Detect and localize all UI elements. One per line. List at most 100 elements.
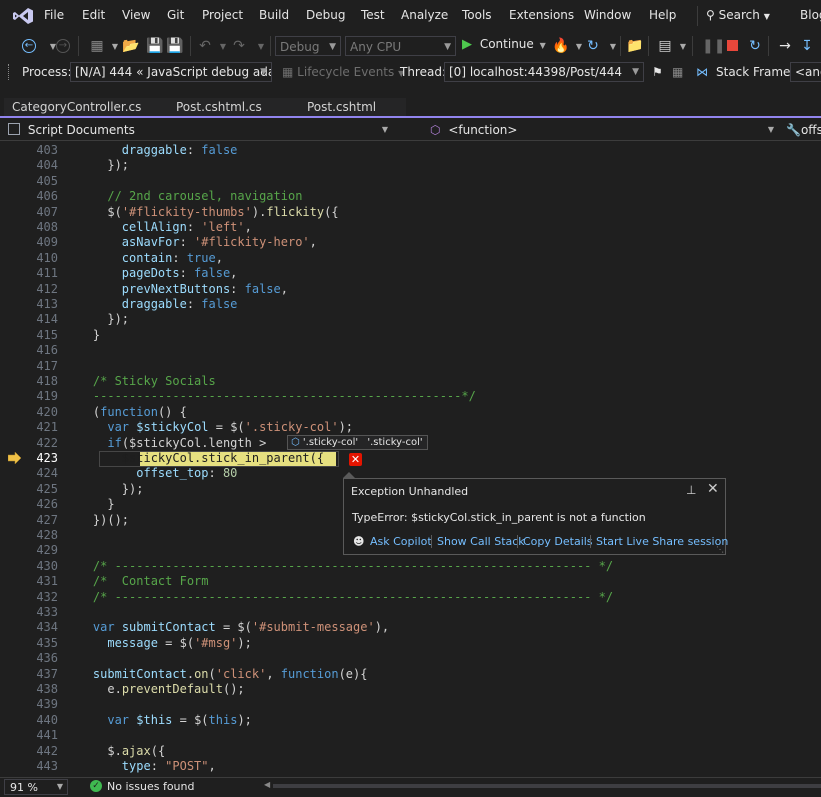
stack-frame-value: <ano xyxy=(795,65,821,79)
tab-post-cshtml-cs[interactable]: Post.cshtml.cs xyxy=(168,98,299,116)
error-icon[interactable]: ✕ xyxy=(349,453,362,466)
issues-status[interactable]: No issues found xyxy=(107,780,194,793)
horizontal-scrollbar-thumb[interactable] xyxy=(273,784,821,788)
menu-extensions[interactable]: Extensions xyxy=(509,8,574,22)
flag-thread-icon[interactable]: ⚑ xyxy=(652,65,663,79)
break-all-icon[interactable]: ❚❚ xyxy=(702,37,725,55)
code-line: 418 /* Sticky Socials xyxy=(36,374,216,388)
zoom-combo[interactable]: 91 % ▼ xyxy=(4,779,68,795)
resize-grip-icon[interactable]: ⋱ xyxy=(716,545,724,554)
folder-search-icon[interactable]: 📁 xyxy=(626,37,644,55)
continue-button[interactable]: ▶ Continue ▼ xyxy=(462,37,546,55)
code-line: 417 xyxy=(36,358,58,373)
extra-combo[interactable]: 🔧offs xyxy=(786,121,821,139)
pin-icon[interactable]: ⊥ xyxy=(686,483,696,497)
solution-configuration-value: Debug xyxy=(280,40,320,54)
show-call-stack-link[interactable]: Show Call Stack xyxy=(437,535,525,548)
stack-frame-combo[interactable]: <ano xyxy=(790,62,821,82)
menu-window[interactable]: Window xyxy=(584,8,631,22)
show-next-statement-icon[interactable]: → xyxy=(776,37,794,55)
process-label: Process: xyxy=(22,65,72,79)
stack-frame-label: Stack Frame: xyxy=(716,65,795,79)
code-line: 437 submitContact.on('click', function(e… xyxy=(36,666,368,681)
solution-configuration-combo[interactable]: Debug ▼ xyxy=(275,36,341,56)
menu-analyze[interactable]: Analyze xyxy=(401,8,448,22)
thread-value: [0] localhost:44398/Post/444 xyxy=(449,65,622,79)
code-line: 408 cellAlign: 'left', xyxy=(36,220,252,234)
menu-test[interactable]: Test xyxy=(361,8,385,22)
code-line: 405 xyxy=(36,173,58,188)
copy-details-link[interactable]: Copy Details xyxy=(523,535,593,548)
menu-debug[interactable]: Debug xyxy=(306,8,345,22)
close-icon[interactable]: ✕ xyxy=(707,481,719,497)
menu-tools[interactable]: Tools xyxy=(462,8,492,22)
menu-help[interactable]: Help xyxy=(649,8,676,22)
window-layout-icon[interactable]: ▤ xyxy=(656,37,674,55)
step-into-icon[interactable]: ↧ xyxy=(798,37,816,55)
lifecycle-events-icon: ▦ xyxy=(282,65,294,79)
menu-build[interactable]: Build xyxy=(259,8,289,22)
start-live-share-link[interactable]: Start Live Share session xyxy=(596,535,728,548)
visual-studio-logo-icon[interactable] xyxy=(12,7,34,25)
code-line: 434 var submitContact = $('#submit-messa… xyxy=(36,620,390,635)
scroll-left-icon[interactable]: ◀ xyxy=(264,780,270,789)
blog-link[interactable]: Blog xyxy=(800,8,821,22)
code-line: 442 $.ajax({ xyxy=(36,743,166,758)
code-line: 421 var $stickyCol = $('.sticky-col'); xyxy=(36,420,354,435)
tab-categorycontroller[interactable]: CategoryController.cs xyxy=(4,98,168,116)
thread-label: Thread: xyxy=(400,65,447,79)
navigate-back-icon[interactable]: ← xyxy=(22,39,36,53)
new-project-icon[interactable]: ▦ xyxy=(88,37,106,55)
lifecycle-events-button[interactable]: ▦ Lifecycle Events ▼ xyxy=(282,65,404,79)
member-value: <function> xyxy=(448,123,518,137)
menu-project[interactable]: Project xyxy=(202,8,243,22)
toolbar-separator xyxy=(692,36,693,56)
chevron-down-icon: ▼ xyxy=(444,42,451,52)
play-icon: ▶ xyxy=(462,37,472,52)
code-line: 439 xyxy=(36,697,58,712)
link-separator xyxy=(431,535,432,548)
zoom-value: 91 % xyxy=(10,781,38,794)
search-button[interactable]: ⚲ Search ▼ xyxy=(706,8,770,22)
undo-icon[interactable]: ↶ xyxy=(196,37,214,55)
code-line: 432 /* ---------------------------------… xyxy=(36,589,614,604)
tab-post-cshtml[interactable]: Post.cshtml xyxy=(299,98,406,116)
code-line-current: 423 $stickyCol.stick_in_parent({ xyxy=(36,451,325,465)
redo-icon[interactable]: ↷ xyxy=(230,37,248,55)
menu-file[interactable]: File xyxy=(44,8,64,22)
restart-icon[interactable]: ↻ xyxy=(584,37,602,55)
wrench-icon: 🔧 xyxy=(786,123,801,137)
navigate-forward-icon[interactable]: → xyxy=(56,39,70,53)
code-line: 435 message = $('#msg'); xyxy=(36,635,252,650)
scope-combo[interactable]: Script Documents ▼ xyxy=(8,121,392,139)
ask-copilot-link[interactable]: Ask Copilot xyxy=(370,535,432,548)
process-combo[interactable]: [N/A] 444 « JavaScript debug adap ▼ xyxy=(70,62,272,82)
menu-edit[interactable]: Edit xyxy=(82,8,105,22)
menu-view[interactable]: View xyxy=(122,8,150,22)
chevron-down-icon[interactable]: ▼ xyxy=(674,38,692,56)
code-line: 403 draggable: false xyxy=(36,143,238,157)
exception-message: TypeError: $stickyCol.stick_in_parent is… xyxy=(352,511,646,524)
chevron-down-icon: ▼ xyxy=(381,125,388,134)
filter-icon[interactable]: ▦ xyxy=(672,65,683,79)
open-folder-icon[interactable]: 📂 xyxy=(122,37,140,55)
menu-git[interactable]: Git xyxy=(167,8,184,22)
datatip[interactable]: ⬡ '.sticky-col' '.sticky-col' xyxy=(287,435,428,450)
save-icon[interactable]: 💾 xyxy=(146,37,164,55)
hot-reload-icon[interactable]: 🔥 xyxy=(552,37,570,55)
datatip-pin-icon: ⬡ xyxy=(291,437,300,448)
member-combo[interactable]: ⬡ <function> ▼ xyxy=(430,121,778,139)
toolbar-grip xyxy=(8,64,12,80)
toolbar-separator xyxy=(78,36,79,56)
code-line: 411 pageDots: false, xyxy=(36,266,238,281)
restart-debugging-icon[interactable]: ↻ xyxy=(746,37,764,55)
save-all-icon[interactable]: 💾 xyxy=(166,37,184,55)
solution-platform-combo[interactable]: Any CPU ▼ xyxy=(345,36,456,56)
menu-divider xyxy=(697,6,698,26)
process-value: [N/A] 444 « JavaScript debug adap xyxy=(75,65,272,79)
chevron-down-icon[interactable]: ▼ xyxy=(252,38,270,56)
stop-debugging-icon[interactable] xyxy=(727,40,738,51)
code-line: 406 // 2nd carousel, navigation xyxy=(36,189,303,204)
thread-combo[interactable]: [0] localhost:44398/Post/444 ▼ xyxy=(444,62,644,82)
link-separator xyxy=(590,535,591,548)
